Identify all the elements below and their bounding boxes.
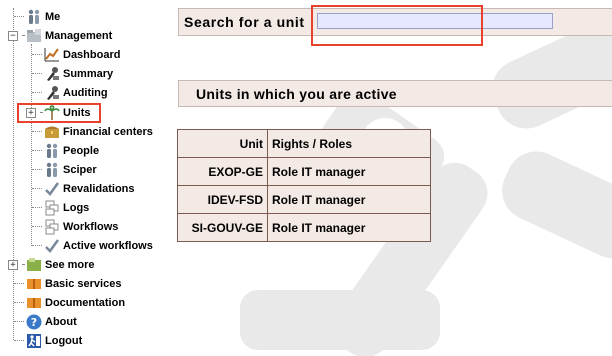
column-header-rights-roles: Rights / Roles [267,129,431,158]
sidebar-item-label: Logout [45,334,83,347]
expand-toggle[interactable]: + [8,260,18,270]
chart-icon [44,47,60,63]
sidebar-item-sciper[interactable]: Sciper [32,160,97,179]
units-section-title: Units in which you are active [196,86,397,102]
sidebar-item-label: Workflows [63,220,119,233]
units-highlight-box [17,103,101,123]
units-table: Unit Rights / Roles EXOP-GE Role IT mana… [177,129,431,242]
tools-icon [44,66,60,82]
sidebar-item-revalidations[interactable]: Revalidations [32,179,135,198]
unit-cell[interactable]: SI-GOUV-GE [177,213,268,242]
navigation-tree: Me − Management Dashboard Summary Auditi… [0,0,170,356]
sidebar-item-auditing[interactable]: Auditing [32,83,108,102]
sidebar-item-label: Financial centers [63,125,153,138]
search-label: Search for a unit [184,14,305,30]
collapse-toggle[interactable]: − [8,31,18,41]
unit-cell[interactable]: EXOP-GE [177,157,268,186]
sidebar-item-summary[interactable]: Summary [32,64,113,83]
sidebar-item-label: Basic services [45,277,122,290]
sidebar-item-see-more[interactable]: See more [22,255,95,274]
sidebar-item-people[interactable]: People [32,141,99,160]
book-icon [26,276,42,292]
unit-cell[interactable]: IDEV-FSD [177,185,268,214]
folder-icon [26,28,42,44]
sidebar-item-label: Revalidations [63,182,135,195]
sidebar-item-management[interactable]: Management [22,26,112,45]
table-row: EXOP-GE Role IT manager [177,157,431,186]
units-heading-panel: Units in which you are active [178,80,612,107]
sidebar-item-label: Management [45,29,113,42]
role-cell: Role IT manager [267,213,431,242]
sidebar-item-label: Documentation [45,296,126,309]
checkmark-icon [44,238,60,254]
users-icon [44,143,60,159]
sidebar-item-documentation[interactable]: Documentation [14,293,125,312]
tools-icon [44,85,60,101]
sidebar-item-dashboard[interactable]: Dashboard [32,45,120,64]
sidebar-item-financial-centers[interactable]: Financial centers [32,122,153,141]
sidebar-item-label: People [63,144,100,157]
table-row: IDEV-FSD Role IT manager [177,185,431,214]
sidebar-item-label: Logs [63,201,90,214]
sidebar-item-label: Me [45,10,61,23]
sidebar-item-active-workflows[interactable]: Active workflows [32,236,153,255]
sidebar-item-label: Sciper [63,163,97,176]
sidebar-item-label: About [45,315,77,328]
role-cell: Role IT manager [267,157,431,186]
sidebar-item-workflows[interactable]: Workflows [32,217,118,236]
sidebar-item-me[interactable]: Me [14,7,60,26]
sidebar-item-logout[interactable]: Logout [14,331,82,350]
users-icon [26,9,42,25]
chest-icon [44,124,60,140]
search-highlight-box [311,5,483,46]
pages-icon [44,200,60,216]
sidebar-item-label: Auditing [63,86,108,99]
checkmark-icon [44,181,60,197]
sidebar-item-label: Dashboard [63,48,121,61]
sidebar-item-basic-services[interactable]: Basic services [14,274,121,293]
users-icon [44,162,60,178]
sidebar-item-label: Summary [63,67,114,80]
sidebar-item-about[interactable]: ? About [14,312,77,331]
sidebar-item-logs[interactable]: Logs [32,198,89,217]
help-icon: ? [26,314,42,330]
table-row: SI-GOUV-GE Role IT manager [177,213,431,242]
book-icon [26,295,42,311]
sidebar-item-label: See more [45,258,95,271]
role-cell: Role IT manager [267,185,431,214]
svg-text:?: ? [31,316,37,329]
tree-line [13,8,14,266]
table-header-row: Unit Rights / Roles [177,129,431,158]
folder-icon [26,257,42,273]
logout-icon [26,333,42,349]
sidebar-item-label: Active workflows [63,239,153,252]
column-header-unit: Unit [177,129,268,158]
pages-icon [44,219,60,235]
